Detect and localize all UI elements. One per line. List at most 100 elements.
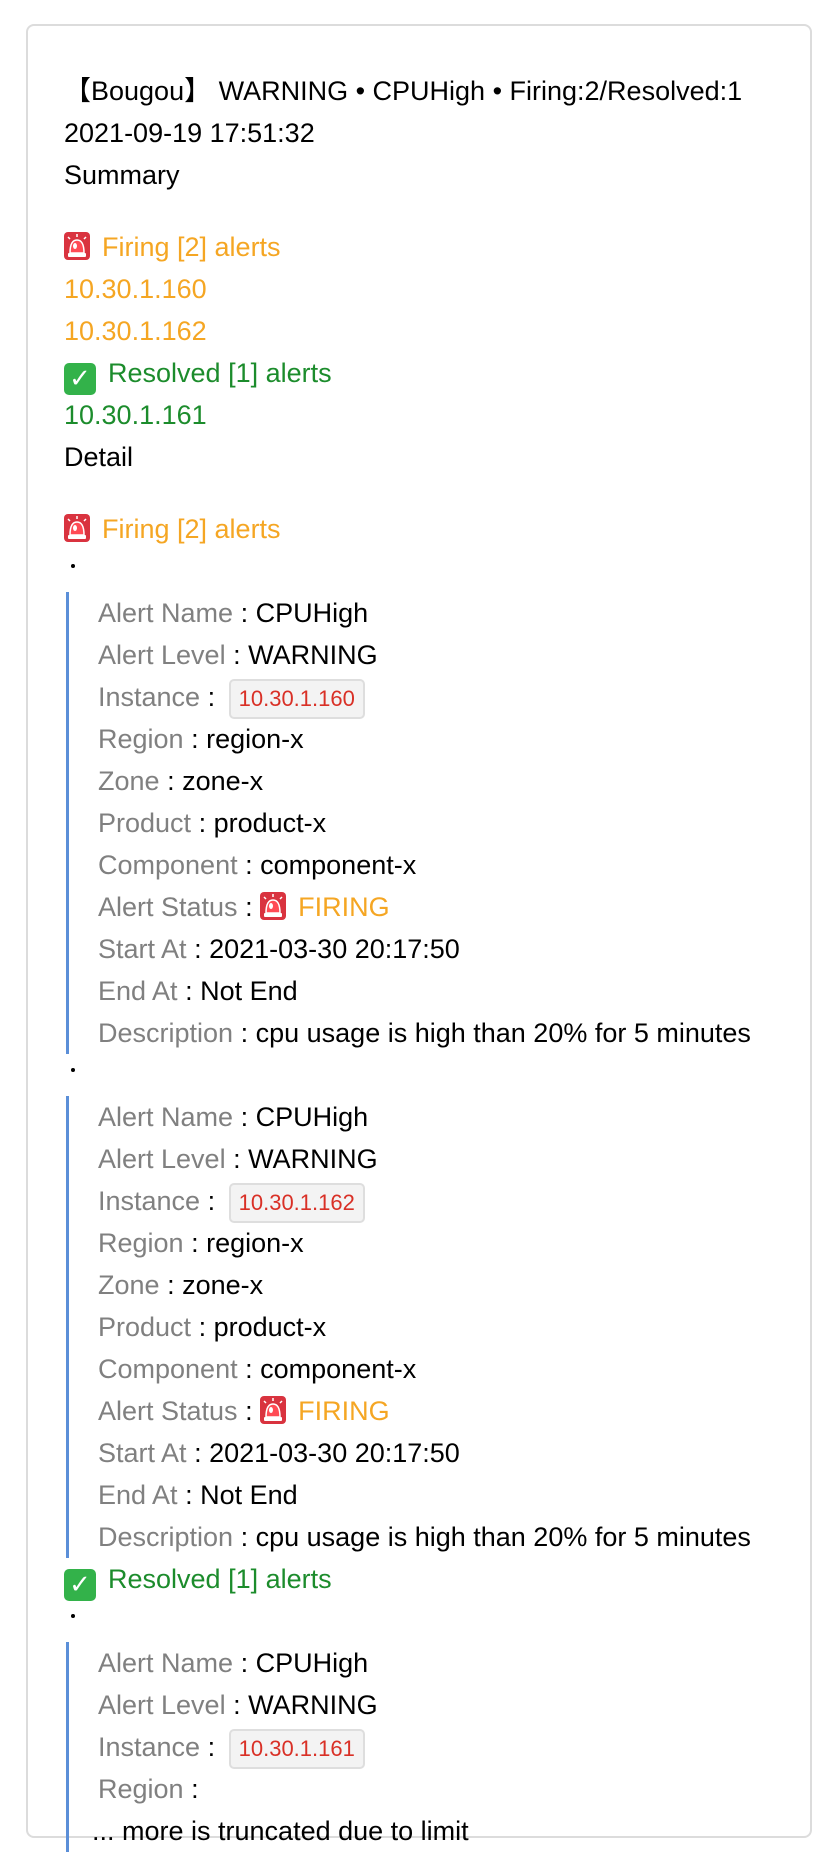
summary-resolved-heading-text: Resolved [1] alerts: [108, 358, 332, 388]
alert-detail-block: Alert Name : CPUHigh Alert Level : WARNI…: [66, 1096, 824, 1558]
field-alert-name: Alert Name : CPUHigh: [98, 1102, 369, 1132]
summary-resolved-instance: 10.30.1.161: [64, 400, 207, 430]
alert-detail-block: Alert Name : CPUHigh Alert Level : WARNI…: [66, 592, 824, 1054]
field-zone: Zone : zone-x: [98, 766, 264, 796]
bullet-icon: [71, 1614, 75, 1618]
list-bullet: [64, 1600, 824, 1642]
field-value: WARNING: [248, 640, 378, 670]
field-description: Description : cpu usage is high than 20%…: [98, 1018, 751, 1048]
field-label: Alert Level: [98, 1690, 226, 1720]
field-value: CPUHigh: [255, 1648, 369, 1678]
field-instance: Instance : 10.30.1.161: [98, 1726, 824, 1769]
detail-resolved-heading-text: Resolved [1] alerts: [108, 1564, 332, 1594]
field-label: Alert Status: [98, 1396, 238, 1426]
field-end-at: End At : Not End: [98, 976, 298, 1006]
field-start-at: Start At : 2021-03-30 20:17:50: [98, 934, 460, 964]
alert-detail-block: Alert Name : CPUHigh Alert Level : WARNI…: [66, 1642, 824, 1852]
bullet-icon: [71, 1068, 75, 1072]
field-value: 2021-03-30 20:17:50: [209, 1438, 460, 1468]
field-label: End At: [98, 976, 178, 1006]
summary-resolved-heading: ✓ Resolved [1] alerts: [64, 352, 824, 395]
instance-code: 10.30.1.162: [228, 1182, 365, 1223]
field-label: Alert Name: [98, 598, 234, 628]
field-label: Alert Status: [98, 892, 238, 922]
list-bullet: [64, 550, 824, 592]
siren-icon: [64, 232, 90, 260]
field-label: Instance: [98, 1732, 201, 1762]
field-label: Start At: [98, 934, 187, 964]
field-component: Component : component-x: [98, 850, 417, 880]
field-value: component-x: [260, 850, 417, 880]
field-label: Product: [98, 1312, 192, 1342]
field-description: Description : cpu usage is high than 20%…: [98, 1522, 751, 1552]
field-label: Region: [98, 724, 184, 754]
summary-firing-instance: 10.30.1.162: [64, 316, 207, 346]
field-label: Region: [98, 1228, 184, 1258]
summary-firing-heading-text: Firing [2] alerts: [102, 232, 281, 262]
field-value: product-x: [213, 808, 327, 838]
field-label: Alert Level: [98, 1144, 226, 1174]
field-value: cpu usage is high than 20% for 5 minutes: [255, 1522, 751, 1552]
summary-label: Summary: [64, 160, 180, 190]
check-mark-icon: ✓: [64, 1569, 96, 1601]
field-instance: Instance : 10.30.1.162: [98, 1180, 824, 1223]
field-alert-level: Alert Level : WARNING: [98, 1144, 378, 1174]
siren-icon: [260, 1396, 286, 1424]
status-value: FIRING: [298, 1396, 390, 1426]
field-label: Alert Level: [98, 640, 226, 670]
field-value: WARNING: [248, 1690, 378, 1720]
siren-icon: [64, 514, 90, 542]
field-value: CPUHigh: [255, 1102, 369, 1132]
instance-code: 10.30.1.161: [228, 1728, 365, 1769]
field-start-at: Start At : 2021-03-30 20:17:50: [98, 1438, 460, 1468]
field-value: zone-x: [182, 766, 264, 796]
field-label: Description: [98, 1018, 234, 1048]
field-value: zone-x: [182, 1270, 264, 1300]
field-value: component-x: [260, 1354, 417, 1384]
list-bullet: [64, 1054, 824, 1096]
field-label: End At: [98, 1480, 178, 1510]
bullet-icon: [71, 564, 75, 568]
field-value: 2021-03-30 20:17:50: [209, 934, 460, 964]
field-instance: Instance : 10.30.1.160: [98, 676, 824, 719]
field-zone: Zone : zone-x: [98, 1270, 264, 1300]
field-label: Product: [98, 808, 192, 838]
field-end-at: End At : Not End: [98, 1480, 298, 1510]
field-alert-level: Alert Level : WARNING: [98, 640, 378, 670]
instance-code: 10.30.1.160: [228, 678, 365, 719]
field-region: Region : region-x: [98, 724, 304, 754]
field-region: Region : region-x: [98, 1228, 304, 1258]
field-region: Region :: [98, 1774, 199, 1804]
field-alert-name: Alert Name : CPUHigh: [98, 598, 369, 628]
field-label: Alert Name: [98, 1648, 234, 1678]
status-value: FIRING: [298, 892, 390, 922]
detail-firing-heading-text: Firing [2] alerts: [102, 514, 281, 544]
summary-firing-heading: Firing [2] alerts: [64, 226, 824, 268]
field-alert-status: Alert Status : FIRING: [98, 892, 390, 922]
message-title: 【Bougou】 WARNING • CPUHigh • Firing:2/Re…: [64, 76, 743, 106]
field-label: Zone: [98, 766, 160, 796]
summary-firing-instance: 10.30.1.160: [64, 274, 207, 304]
field-label: Region: [98, 1774, 184, 1804]
field-label: Zone: [98, 1270, 160, 1300]
truncated-note: ... more is truncated due to limit: [92, 1816, 469, 1846]
field-alert-name: Alert Name : CPUHigh: [98, 1648, 369, 1678]
field-label: Instance: [98, 682, 201, 712]
detail-firing-heading: Firing [2] alerts: [64, 508, 824, 550]
field-component: Component : component-x: [98, 1354, 417, 1384]
field-label: Alert Name: [98, 1102, 234, 1132]
detail-resolved-heading: ✓ Resolved [1] alerts: [64, 1558, 824, 1601]
check-mark-icon: ✓: [64, 363, 96, 395]
field-value: region-x: [206, 724, 304, 754]
detail-label: Detail: [64, 442, 134, 472]
field-value: product-x: [213, 1312, 327, 1342]
alert-message-content: 【Bougou】 WARNING • CPUHigh • Firing:2/Re…: [64, 70, 824, 1852]
field-label: Description: [98, 1522, 234, 1552]
field-alert-level: Alert Level : WARNING: [98, 1690, 378, 1720]
field-label: Instance: [98, 1186, 201, 1216]
field-value: CPUHigh: [255, 598, 369, 628]
field-label: Component: [98, 1354, 238, 1384]
field-value: cpu usage is high than 20% for 5 minutes: [255, 1018, 751, 1048]
field-value: WARNING: [248, 1144, 378, 1174]
field-value: Not End: [200, 976, 298, 1006]
